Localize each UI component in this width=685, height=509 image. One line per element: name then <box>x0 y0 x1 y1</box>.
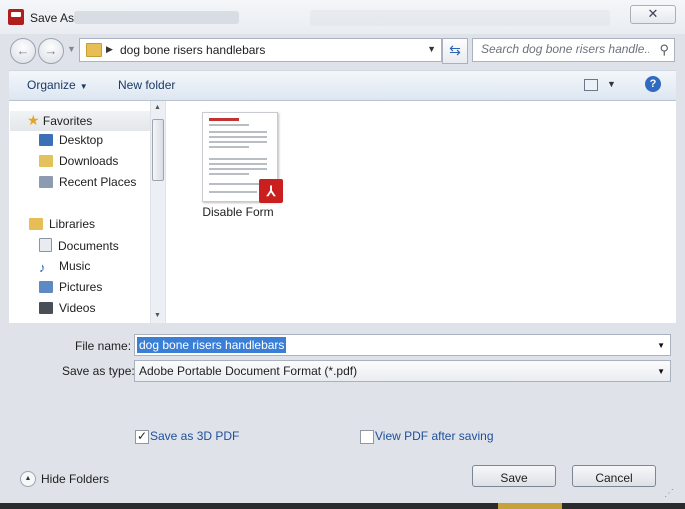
scroll-up-icon[interactable]: ▲ <box>154 104 161 111</box>
chevron-down-icon[interactable]: ▼ <box>657 367 665 376</box>
forward-button[interactable]: → <box>38 38 64 64</box>
back-button[interactable]: ← <box>10 38 36 64</box>
breadcrumb-chevron-icon[interactable]: ▶ <box>106 44 113 55</box>
sidebar-item-label: Videos <box>59 301 96 315</box>
view-options-dropdown-icon[interactable]: ▼ <box>607 79 616 89</box>
sidebar-item-label: Desktop <box>59 133 104 147</box>
pictures-icon <box>39 281 53 293</box>
refresh-icon: ⇆ <box>449 42 461 58</box>
pdf-icon: ⅄ <box>259 179 283 203</box>
sidebar-item-label: Downloads <box>59 154 119 168</box>
sidebar-item-videos[interactable]: Videos <box>39 301 95 319</box>
sidebar-item-music[interactable]: ♪ Music <box>39 259 90 277</box>
hide-folders-label: Hide Folders <box>41 472 110 486</box>
file-name-label: File name: <box>75 339 132 353</box>
app-icon <box>8 9 24 25</box>
sidebar-item-documents[interactable]: Documents <box>39 238 119 256</box>
save-button[interactable]: Save <box>472 465 556 487</box>
chevron-down-icon: ▼ <box>79 82 88 91</box>
view-after-saving-label[interactable]: View PDF after saving <box>375 429 494 443</box>
music-icon: ♪ <box>39 260 46 275</box>
help-icon[interactable]: ? <box>645 76 661 92</box>
save-type-select[interactable]: Adobe Portable Document Format (*.pdf) ▼ <box>134 360 671 382</box>
save-3d-label[interactable]: Save as 3D PDF <box>150 429 239 443</box>
navigation-scrollbar[interactable]: ▲ ▼ <box>150 101 165 323</box>
file-name-field[interactable]: dog bone risers handlebars ▼ <box>134 334 671 356</box>
breadcrumb[interactable]: dog bone risers handlebars <box>120 43 265 57</box>
libraries-icon <box>29 218 43 230</box>
view-after-saving-checkbox[interactable] <box>360 430 374 444</box>
file-name-label: Disable Form <box>202 205 274 219</box>
back-arrow-icon: ← <box>16 43 30 58</box>
window-title: Save As <box>30 11 75 25</box>
file-item[interactable]: ⅄ Disable Form <box>188 109 283 221</box>
save-type-value: Adobe Portable Document Format (*.pdf) <box>139 364 358 378</box>
sidebar-item-recent-places[interactable]: Recent Places <box>39 175 136 193</box>
sidebar-item-label: Recent Places <box>59 175 137 189</box>
blurred-background-region <box>310 10 610 26</box>
star-icon: ★ <box>27 112 40 128</box>
close-button[interactable]: ✕ <box>630 5 676 24</box>
sidebar-item-label: Documents <box>58 239 119 253</box>
sidebar-item-libraries[interactable]: Libraries <box>29 217 95 235</box>
save-type-label: Save as type: <box>62 364 135 378</box>
sidebar-item-label: Libraries <box>49 217 96 231</box>
organize-button[interactable]: Organize ▼ <box>27 78 88 92</box>
search-icon[interactable]: ⚲ <box>659 42 669 58</box>
blurred-title-region <box>74 11 239 24</box>
sidebar-item-label: Music <box>59 259 91 273</box>
change-view-icon[interactable] <box>584 79 598 91</box>
search-input[interactable] <box>481 42 649 56</box>
search-box[interactable]: ⚲ <box>472 38 675 62</box>
refresh-button[interactable]: ⇆ <box>442 38 468 64</box>
sidebar-item-favorites[interactable]: ★ Favorites <box>27 112 92 130</box>
recent-locations-dropdown-icon[interactable]: ▼ <box>67 44 76 54</box>
folder-icon <box>86 43 102 57</box>
videos-icon <box>39 302 53 314</box>
navigation-pane[interactable]: ★ Favorites Desktop Downloads Recent Pla… <box>9 101 165 323</box>
address-dropdown-icon[interactable]: ▼ <box>427 44 436 54</box>
resize-grip-icon[interactable]: ⋰ <box>664 488 674 499</box>
address-bar[interactable]: ▶ dog bone risers handlebars ▼ <box>79 38 442 62</box>
scroll-down-icon[interactable]: ▼ <box>154 312 161 319</box>
sidebar-item-desktop[interactable]: Desktop <box>39 133 103 151</box>
sidebar-item-label: Pictures <box>59 280 103 294</box>
recent-places-icon <box>39 176 53 188</box>
new-folder-button[interactable]: New folder <box>118 78 175 92</box>
background-taskbar-strip <box>0 503 685 509</box>
command-toolbar: Organize ▼ New folder ▼ ? <box>9 70 676 101</box>
sidebar-item-label: Favorites <box>42 114 93 128</box>
file-name-value[interactable]: dog bone risers handlebars <box>137 337 287 353</box>
save-3d-checkbox[interactable] <box>135 429 149 444</box>
chevron-up-icon: ▲ <box>20 471 36 487</box>
scroll-thumb[interactable] <box>152 119 164 181</box>
forward-arrow-icon: → <box>44 43 58 58</box>
title-bar: Save As ✕ <box>0 0 685 34</box>
downloads-icon <box>39 155 53 167</box>
chevron-down-icon[interactable]: ▼ <box>657 341 665 350</box>
documents-icon <box>39 238 52 252</box>
desktop-icon <box>39 134 53 146</box>
close-icon: ✕ <box>647 6 659 21</box>
sidebar-item-downloads[interactable]: Downloads <box>39 154 118 172</box>
sidebar-item-pictures[interactable]: Pictures <box>39 280 102 298</box>
cancel-button[interactable]: Cancel <box>572 465 656 487</box>
file-list-pane[interactable]: ⅄ Disable Form <box>166 101 676 323</box>
